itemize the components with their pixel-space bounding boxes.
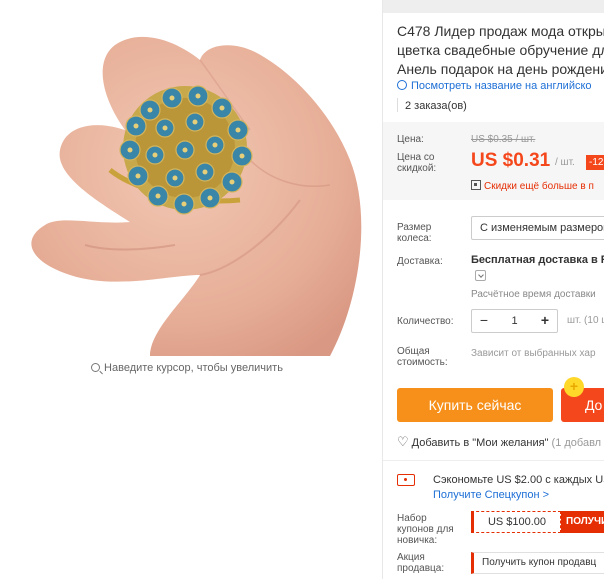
wishlist-count: (1 добавл (551, 437, 602, 449)
chevron-down-icon[interactable] (475, 270, 486, 281)
newbie-coupons-label: Набор купонов для новичка: (397, 513, 454, 546)
product-title: C478 Лидер продаж мода открыть цветка св… (397, 22, 604, 79)
divider (397, 98, 398, 112)
sale-price: US $0.31 (471, 150, 551, 171)
seller-promo-label-line: Акция (397, 552, 425, 563)
newbie-coupons-label-line: Набор (397, 513, 427, 524)
buy-now-button[interactable]: Купить сейчас (397, 388, 553, 422)
total-cost-value: Зависит от выбранных хар (471, 348, 596, 359)
translate-title-text: Посмотреть название на английско (411, 80, 592, 92)
divider (383, 460, 604, 461)
product-gallery: Наведите курсор, чтобы увеличить (0, 0, 382, 579)
price-unit: / шт. (555, 157, 575, 168)
product-title-line: цветка свадебные обручение для (397, 42, 604, 58)
discount-price-label-line: скидкой: (397, 163, 437, 174)
shipping-label: Доставка: (397, 256, 443, 267)
total-cost-label: Общая стоимость: (397, 346, 448, 368)
price-label: Цена: (397, 134, 424, 145)
discount-price-label: Цена со скидкой: (397, 152, 436, 174)
coupon-icon (397, 474, 415, 486)
newbie-coupon-amount: US $100.00 (471, 511, 561, 533)
size-label-line: колеса: (397, 233, 432, 244)
newbie-coupon-get-button[interactable]: ПОЛУЧИ (561, 511, 604, 533)
size-label-line: Размер (397, 222, 432, 233)
heart-icon: ♡ (397, 434, 409, 449)
quantity-label: Количество: (397, 316, 454, 327)
quantity-available: шт. (10 ш (567, 315, 604, 326)
quantity-decrease-button[interactable]: − (472, 310, 496, 332)
discount-badge: -12 (586, 155, 604, 170)
seller-promo-label-line: продавца: (397, 563, 445, 574)
original-price: US $0.35 / шт. (471, 134, 536, 145)
promo-text: Скидки ещё больше в п (484, 181, 594, 192)
zoom-hint-text: Наведите курсор, чтобы увеличить (104, 362, 283, 374)
wishlist-text: Добавить в "Мои желания" (411, 437, 549, 449)
quantity-increase-button[interactable]: + (533, 310, 557, 332)
total-cost-label-line: Общая (397, 346, 430, 357)
seller-promo-label: Акция продавца: (397, 552, 444, 574)
product-info-panel: C478 Лидер продаж мода открыть цветка св… (382, 0, 604, 579)
delivery-estimate: Расчётное время доставки (471, 289, 596, 300)
zoom-hint: Наведите курсор, чтобы увеличить (0, 362, 374, 374)
shipping-method[interactable]: Бесплатная доставка в Ru (471, 254, 604, 266)
translate-title-link[interactable]: Посмотреть название на английско (397, 80, 592, 92)
product-title-line: C478 Лидер продаж мода открыть (397, 23, 604, 39)
add-to-wishlist-link[interactable]: ♡ Добавить в "Мои желания" (1 добавл (397, 434, 601, 450)
newbie-coupons-label-line: купонов для (397, 524, 454, 535)
discount-price-label-line: Цена со (397, 152, 435, 163)
magnifier-icon (91, 363, 101, 372)
orders-count: 2 заказа(ов) (405, 100, 467, 112)
globe-icon (397, 80, 407, 90)
plus-badge-icon (564, 377, 584, 397)
product-title-line: Анель подарок на день рождения (397, 61, 604, 77)
quantity-input[interactable]: 1 (496, 310, 533, 332)
size-label: Размер колеса: (397, 222, 432, 244)
product-main-image[interactable] (0, 0, 374, 356)
total-cost-label-line: стоимость: (397, 357, 448, 368)
promo-link[interactable]: Скидки ещё больше в п (471, 180, 594, 192)
qr-code-icon (471, 180, 481, 190)
get-seller-coupon-button[interactable]: Получить купон продавц (471, 552, 604, 574)
newbie-coupons-label-line: новичка: (397, 535, 438, 546)
get-special-coupon-link[interactable]: Получите Спецкупон > (433, 489, 549, 501)
quantity-stepper: − 1 + (471, 309, 558, 333)
top-bar (383, 0, 604, 13)
size-select[interactable]: С изменяемым размером (471, 216, 604, 240)
hand-with-ring-image (0, 0, 374, 356)
coupon-savings-text: Сэкономьте US $2.00 с каждых US (433, 474, 604, 486)
